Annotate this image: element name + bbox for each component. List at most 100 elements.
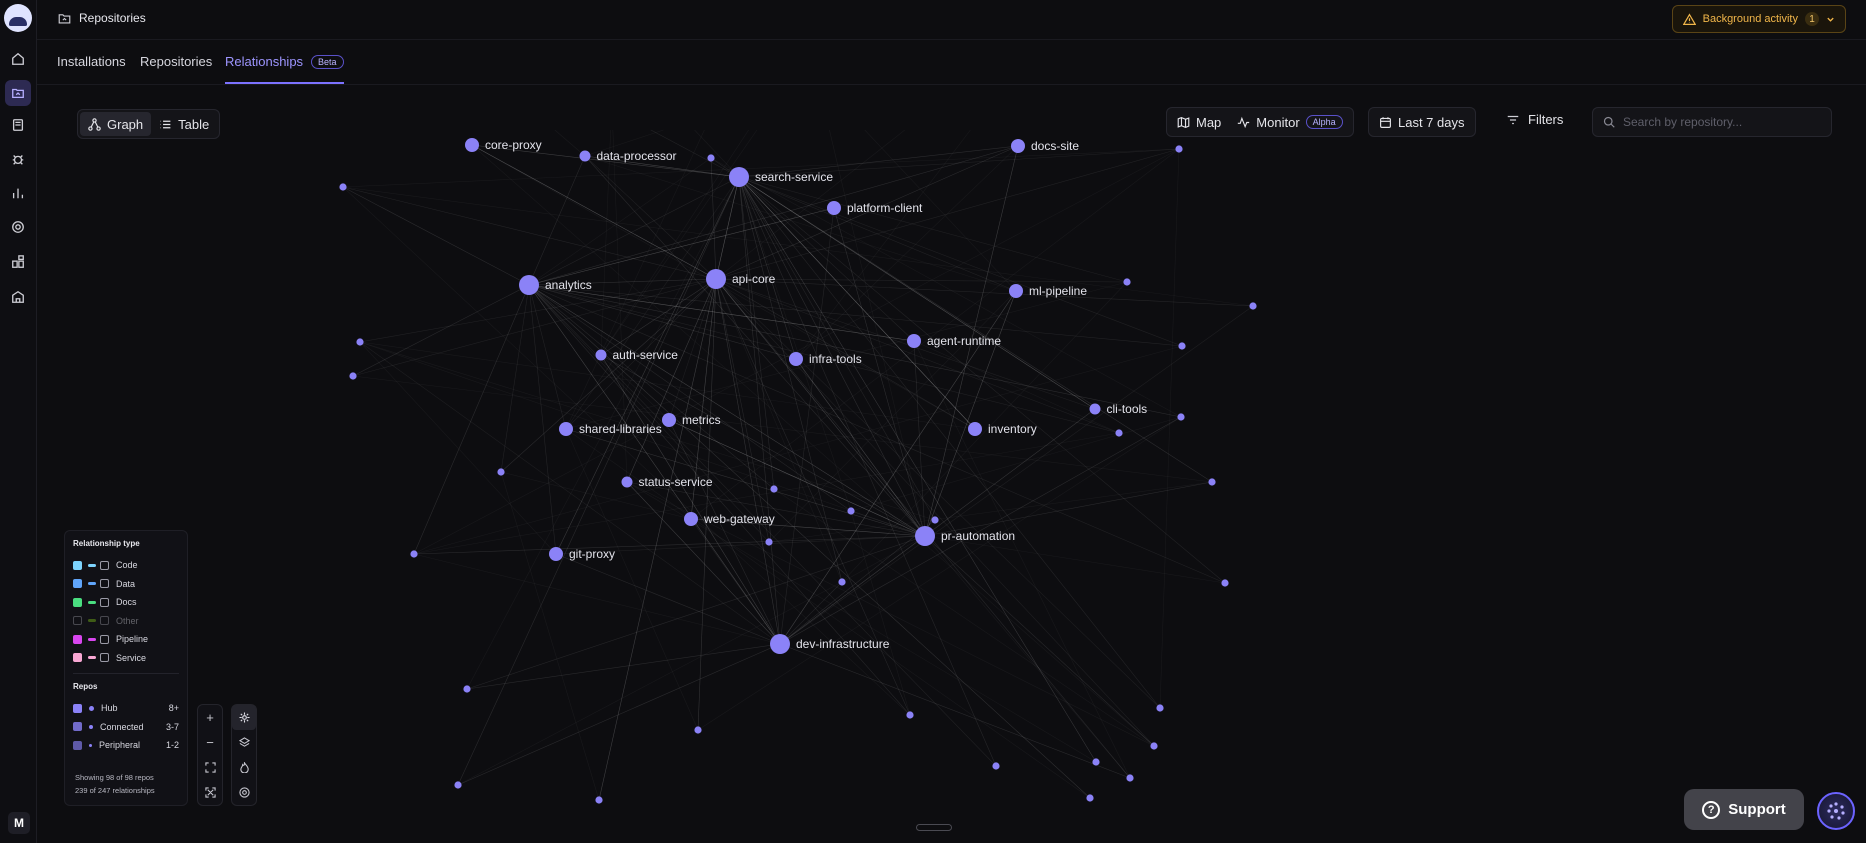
graph-node-peripheral[interactable] — [463, 685, 471, 693]
graph-node-cli-tools[interactable] — [1089, 403, 1101, 415]
graph-node-peripheral[interactable] — [595, 796, 603, 804]
graph-node-peripheral[interactable] — [1126, 774, 1134, 782]
breadcrumb[interactable]: Repositories — [58, 11, 146, 25]
legend-pipeline-checkbox[interactable] — [73, 634, 82, 644]
graph-node-peripheral[interactable] — [410, 550, 418, 558]
graph-node-label: api-core — [732, 272, 776, 286]
graph-node-peripheral[interactable] — [847, 507, 855, 515]
legend-other[interactable]: Other — [73, 612, 179, 631]
graph-node-peripheral[interactable] — [770, 485, 778, 493]
background-activity-button[interactable]: Background activity 1 — [1671, 5, 1846, 33]
user-avatar[interactable]: M — [8, 812, 30, 834]
support-button[interactable]: ? Support — [1684, 789, 1804, 830]
graph-node-peripheral[interactable] — [694, 726, 702, 734]
graph-node-peripheral[interactable] — [1115, 429, 1123, 437]
graph-node-peripheral[interactable] — [1086, 794, 1094, 802]
graph-node-infra-tools[interactable] — [789, 352, 803, 366]
graph-node-shared-libraries[interactable] — [559, 422, 573, 436]
graph-node-peripheral[interactable] — [1221, 579, 1229, 587]
graph-node-inventory[interactable] — [968, 422, 982, 436]
graph-node-peripheral[interactable] — [454, 781, 462, 789]
graph-node-peripheral[interactable] — [1092, 758, 1100, 766]
graph-node-peripheral[interactable] — [707, 154, 715, 162]
organization-icon[interactable] — [5, 284, 31, 310]
layout-heat-button[interactable] — [232, 755, 256, 780]
graph-node-peripheral[interactable] — [1178, 342, 1186, 350]
layout-force-button[interactable] — [232, 705, 256, 730]
graph-node-peripheral[interactable] — [1123, 278, 1131, 286]
graph-node-auth-service[interactable] — [595, 349, 607, 361]
graph-node-agent-runtime[interactable] — [907, 334, 921, 348]
legend-connected[interactable]: Connected 3-7 — [73, 718, 179, 737]
graph-node-pr-automation[interactable] — [915, 526, 935, 546]
graph-node-api-core[interactable] — [706, 269, 726, 289]
graph-node-peripheral[interactable] — [1150, 742, 1158, 750]
legend-data[interactable]: Data — [73, 575, 179, 594]
graph-node-metrics[interactable] — [662, 413, 676, 427]
tab-relationships[interactable]: Relationships Beta — [225, 54, 344, 69]
relationship-graph[interactable]: core-proxy data-processor search-service pl… — [37, 86, 1866, 843]
legend-code[interactable]: Code — [73, 556, 179, 575]
graph-node-status-service[interactable] — [621, 476, 633, 488]
legend-pipeline[interactable]: Pipeline — [73, 630, 179, 649]
legend-code-line — [88, 563, 96, 567]
graph-node-peripheral[interactable] — [931, 516, 939, 524]
legend-docs[interactable]: Docs — [73, 593, 179, 612]
legend-hub-checkbox[interactable] — [73, 703, 82, 713]
graph-node-peripheral[interactable] — [765, 538, 773, 546]
graph-node-peripheral[interactable] — [992, 762, 1000, 770]
graph-node-peripheral[interactable] — [1156, 704, 1164, 712]
fullscreen-button[interactable] — [198, 780, 222, 805]
layout-focus-button[interactable] — [232, 780, 256, 805]
graph-node-data-processor[interactable] — [579, 150, 591, 162]
graph-node-peripheral[interactable] — [1249, 302, 1257, 310]
legend-code-checkbox[interactable] — [73, 560, 82, 570]
graph-edge — [413, 535, 926, 555]
analytics-icon[interactable] — [5, 180, 31, 206]
graph-node-peripheral[interactable] — [497, 468, 505, 476]
graph-node-peripheral[interactable] — [838, 578, 846, 586]
zoom-out-button[interactable]: − — [198, 730, 222, 755]
graph-node-peripheral[interactable] — [349, 372, 357, 380]
graph-node-dev-infrastructure[interactable] — [770, 634, 790, 654]
bug-icon[interactable] — [5, 146, 31, 172]
graph-node-analytics[interactable] — [519, 275, 539, 295]
legend-other-checkbox[interactable] — [73, 616, 82, 626]
legend-hub[interactable]: Hub 8+ — [73, 699, 179, 718]
legend-peripheral-checkbox[interactable] — [73, 740, 82, 750]
graph-node-peripheral[interactable] — [356, 338, 364, 346]
legend-service-checkbox[interactable] — [73, 653, 82, 663]
drawer-handle[interactable] — [916, 824, 952, 831]
graph-node-search-service[interactable] — [729, 167, 749, 187]
integrations-icon[interactable] — [5, 249, 31, 275]
assistant-bubble-icon[interactable] — [1817, 792, 1855, 830]
legend-service[interactable]: Service — [73, 649, 179, 668]
book-icon[interactable] — [5, 112, 31, 138]
app-logo-icon[interactable] — [4, 4, 32, 32]
graph-node-git-proxy[interactable] — [549, 547, 563, 561]
tab-installations[interactable]: Installations — [57, 54, 126, 69]
home-icon[interactable] — [5, 46, 31, 72]
fit-view-button[interactable] — [198, 755, 222, 780]
active-tab-indicator — [225, 82, 344, 84]
tab-repositories[interactable]: Repositories — [140, 54, 212, 69]
graph-node-web-gateway[interactable] — [684, 512, 698, 526]
graph-node-peripheral[interactable] — [1175, 145, 1183, 153]
graph-node-peripheral[interactable] — [1208, 478, 1216, 486]
repositories-nav-icon[interactable] — [5, 80, 31, 106]
graph-node-ml-pipeline[interactable] — [1009, 284, 1023, 298]
legend-docs-line — [88, 600, 96, 604]
legend-data-checkbox[interactable] — [73, 579, 82, 589]
legend-peripheral[interactable]: Peripheral 1-2 — [73, 736, 179, 755]
graph-node-peripheral[interactable] — [339, 183, 347, 191]
graph-node-core-proxy[interactable] — [465, 138, 479, 152]
legend-connected-checkbox[interactable] — [73, 722, 82, 732]
layout-cluster-button[interactable] — [232, 730, 256, 755]
graph-node-docs-site[interactable] — [1011, 139, 1025, 153]
legend-docs-checkbox[interactable] — [73, 597, 82, 607]
target-icon[interactable] — [5, 214, 31, 240]
graph-node-peripheral[interactable] — [1177, 413, 1185, 421]
graph-node-peripheral[interactable] — [906, 711, 914, 719]
graph-node-platform-client[interactable] — [827, 201, 841, 215]
zoom-in-button[interactable]: + — [198, 705, 222, 730]
